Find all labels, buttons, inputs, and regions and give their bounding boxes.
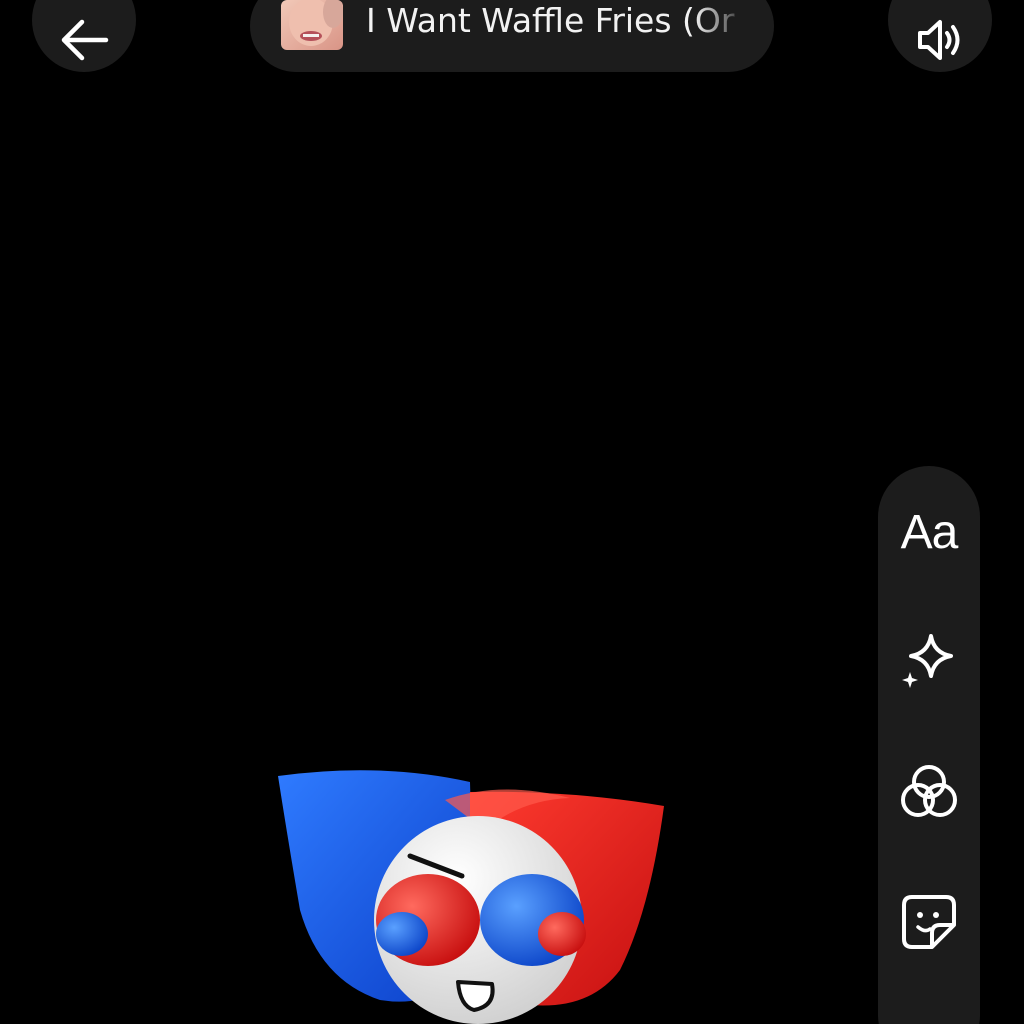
filters-tool-button[interactable] (878, 742, 980, 842)
speaker-icon (918, 20, 960, 60)
jester-emoji-sticker[interactable] (270, 760, 670, 1024)
arrow-left-icon (61, 19, 109, 61)
sticker-icon (902, 895, 956, 949)
editing-tools-rail: Aa (878, 466, 980, 1024)
story-editor-screen: I Want Waffle Fries (Or Aa (0, 0, 1024, 1024)
sparkle-icon (902, 634, 953, 688)
sound-button[interactable] (888, 0, 992, 72)
music-selector[interactable]: I Want Waffle Fries (Or (250, 0, 774, 72)
music-title: I Want Waffle Fries (Or (366, 1, 735, 40)
text-tool-label: Aa (900, 505, 959, 559)
circles-icon (901, 765, 957, 817)
stickers-tool-button[interactable] (878, 872, 980, 972)
text-tool-button[interactable]: Aa (878, 482, 980, 582)
album-art-thumbnail (281, 0, 343, 50)
back-button[interactable] (32, 0, 136, 72)
effects-tool-button[interactable] (878, 610, 980, 710)
